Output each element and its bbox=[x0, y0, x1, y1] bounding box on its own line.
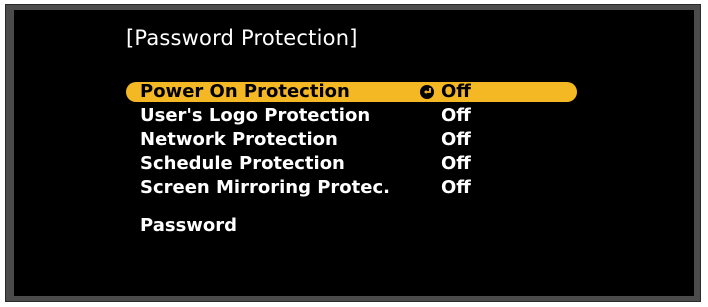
password-protection-menu: Power On Protection Off User's Logo Prot… bbox=[126, 82, 577, 240]
dialog-title: [Password Protection] bbox=[126, 26, 358, 50]
menu-item-label: Power On Protection bbox=[140, 81, 350, 102]
menu-item-network-protection[interactable]: Network Protection Off bbox=[126, 130, 577, 150]
menu-item-schedule-protection[interactable]: Schedule Protection Off bbox=[126, 154, 577, 174]
menu-item-label: Screen Mirroring Protec. bbox=[140, 177, 390, 198]
menu-item-power-on-protection[interactable]: Power On Protection Off bbox=[126, 82, 577, 102]
menu-item-value: Off bbox=[441, 105, 471, 126]
menu-item-label: Schedule Protection bbox=[140, 153, 345, 174]
menu-item-label: Network Protection bbox=[140, 129, 338, 150]
menu-item-screen-mirroring-protection[interactable]: Screen Mirroring Protec. Off bbox=[126, 178, 577, 198]
menu-item-users-logo-protection[interactable]: User's Logo Protection Off bbox=[126, 106, 577, 126]
menu-item-label: User's Logo Protection bbox=[140, 105, 371, 126]
menu-item-value: Off bbox=[441, 177, 471, 198]
menu-item-value: Off bbox=[441, 81, 471, 102]
menu-item-label: Password bbox=[140, 215, 238, 236]
enter-icon bbox=[420, 85, 434, 99]
menu-item-value: Off bbox=[441, 129, 471, 150]
menu-item-value: Off bbox=[441, 153, 471, 174]
menu-item-password[interactable]: Password bbox=[126, 216, 577, 236]
